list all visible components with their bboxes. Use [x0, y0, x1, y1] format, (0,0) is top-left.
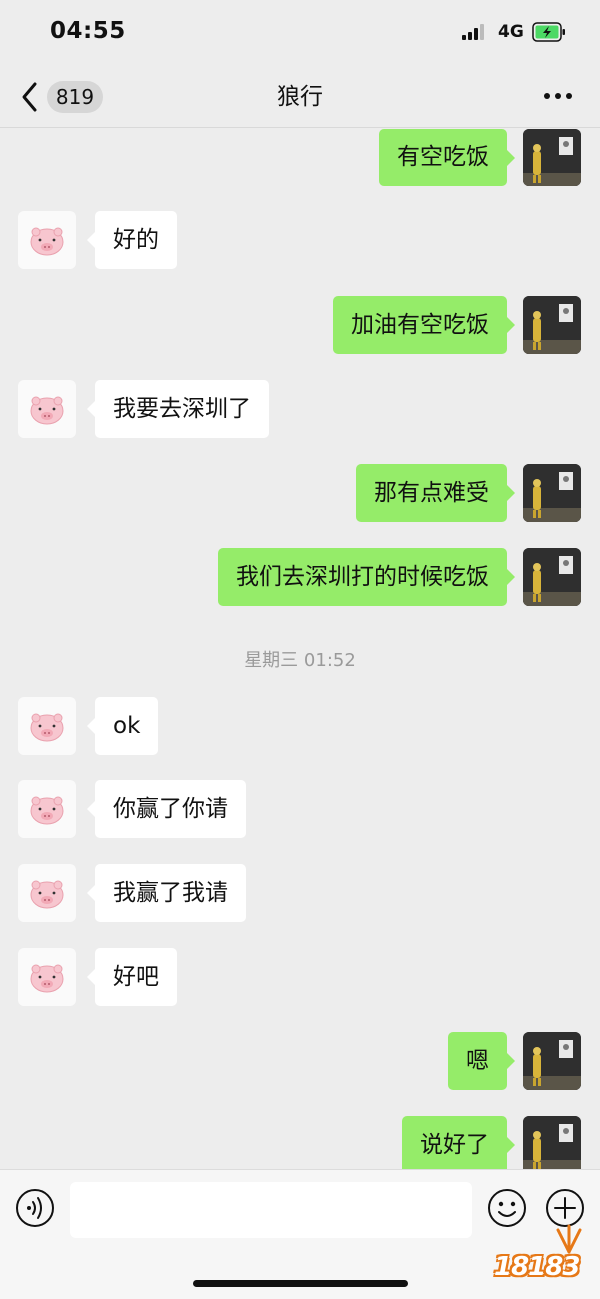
message-bubble-received[interactable]: 好的 [87, 211, 177, 269]
photo-avatar-icon [523, 548, 581, 606]
contact-avatar[interactable] [18, 697, 76, 755]
pig-icon [30, 796, 64, 825]
status-time: 04:55 [50, 18, 126, 44]
signal-icon [462, 24, 488, 40]
message-bubble-received[interactable]: 好吧 [87, 948, 177, 1006]
my-avatar[interactable] [523, 464, 581, 522]
message-bubble-sent[interactable]: 有空吃饭 [379, 129, 515, 186]
message-bubble-received[interactable]: 你赢了你请 [87, 780, 246, 838]
contact-avatar[interactable] [18, 780, 76, 838]
photo-avatar-icon [523, 296, 581, 354]
watermark-text: 18183 [494, 1252, 580, 1282]
photo-avatar-icon [523, 464, 581, 522]
status-bar: 04:55 4G [0, 0, 600, 66]
pig-icon [30, 713, 64, 742]
battery-icon [532, 22, 565, 42]
contact-avatar[interactable] [18, 380, 76, 438]
network-label: 4G [498, 22, 524, 42]
watermark-logo: 18183 [494, 1216, 594, 1296]
my-avatar[interactable] [523, 1116, 581, 1169]
voice-icon[interactable] [15, 1188, 55, 1228]
contact-avatar[interactable] [18, 948, 76, 1006]
pig-icon [30, 396, 64, 425]
message-bubble-sent[interactable]: 那有点难受 [356, 464, 515, 522]
chat-title: 狼行 [277, 84, 323, 110]
message-bubble-sent[interactable]: 加油有空吃饭 [333, 296, 515, 354]
pig-icon [30, 880, 64, 909]
contact-avatar[interactable] [18, 864, 76, 922]
message-bubble-received[interactable]: ok [86, 697, 159, 755]
my-avatar[interactable] [523, 296, 581, 354]
pig-icon [30, 964, 64, 993]
message-bubble-received[interactable]: 我要去深圳了 [87, 380, 269, 438]
home-indicator[interactable] [193, 1280, 408, 1287]
chat-header: 819 狼行 [0, 66, 600, 128]
my-avatar[interactable] [523, 548, 581, 606]
unread-count-badge[interactable]: 819 [47, 81, 103, 113]
photo-avatar-icon [523, 1116, 581, 1169]
pig-icon [30, 227, 64, 256]
photo-avatar-icon [523, 129, 581, 186]
message-timestamp: 星期三 01:52 [244, 650, 356, 671]
back-icon[interactable] [18, 80, 42, 114]
my-avatar[interactable] [523, 1032, 581, 1090]
message-bubble-sent[interactable]: 我们去深圳打的时候吃饭 [218, 548, 515, 606]
my-avatar[interactable] [523, 129, 581, 186]
photo-avatar-icon [523, 1032, 581, 1090]
message-bubble-received[interactable]: 我赢了我请 [87, 864, 246, 922]
message-input[interactable] [70, 1182, 472, 1238]
message-bubble-sent[interactable]: 嗯 [448, 1032, 515, 1090]
more-icon[interactable] [540, 90, 576, 104]
message-bubble-sent[interactable]: 说好了 [402, 1116, 515, 1169]
message-list[interactable]: 有空吃饭 好的 加油有空吃饭 我要去深圳了 那有点难受 我们去深圳打的时候吃饭 … [0, 129, 600, 1169]
watermark-rays-icon [556, 1224, 582, 1254]
contact-avatar[interactable] [18, 211, 76, 269]
